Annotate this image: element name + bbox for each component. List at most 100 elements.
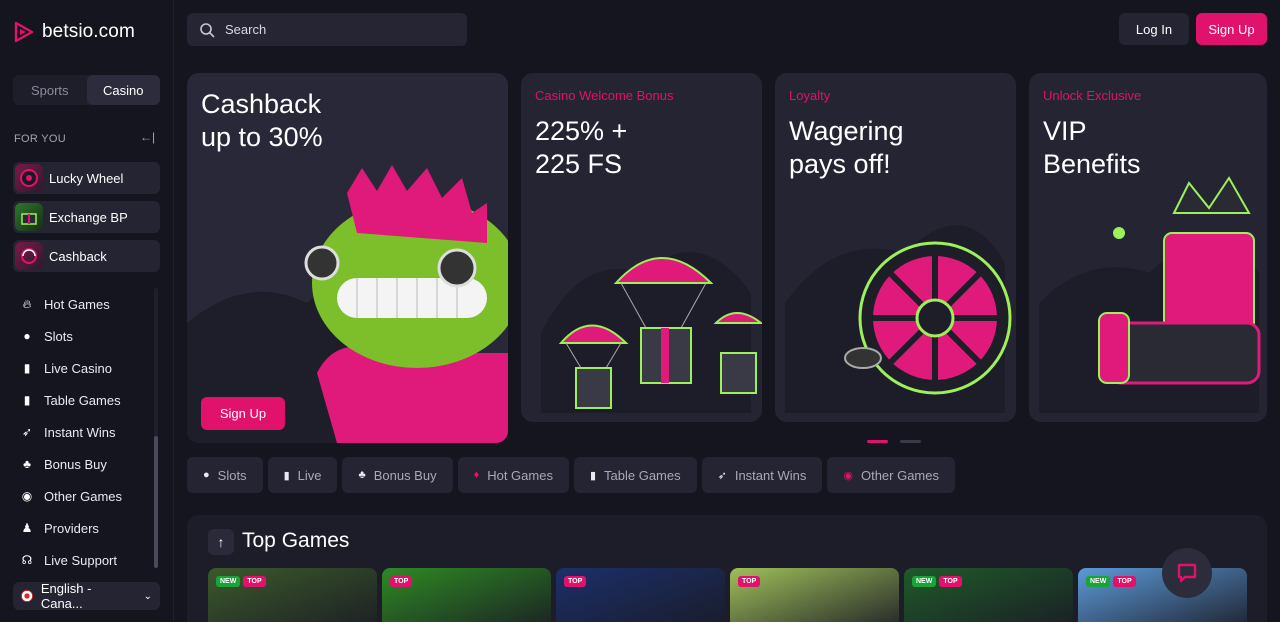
sidebar-scrollbar[interactable] bbox=[154, 288, 158, 568]
banner-signup-button[interactable]: Sign Up bbox=[201, 397, 285, 430]
card-icon: ▮ bbox=[23, 361, 31, 375]
category-hot-games[interactable]: ♦ Hot Games bbox=[457, 457, 569, 493]
wheel-icon bbox=[15, 164, 43, 192]
cherries-icon: ● bbox=[203, 469, 210, 481]
logo[interactable]: betsio.com bbox=[12, 20, 135, 44]
search-input[interactable]: Search bbox=[187, 13, 467, 46]
sidebar-item-hot-games[interactable]: 🔥︎ Hot Games bbox=[14, 288, 154, 320]
sidebar-promo-label: Exchange BP bbox=[49, 209, 128, 225]
chat-button[interactable] bbox=[1162, 548, 1212, 598]
sidebar-item-bonus-buy[interactable]: ♣ Bonus Buy bbox=[14, 448, 154, 480]
carousel-dot[interactable] bbox=[867, 440, 888, 443]
flame-icon: ♦ bbox=[473, 469, 480, 481]
game-tile[interactable]: TOP bbox=[730, 568, 899, 622]
category-other-games[interactable]: ◉ Other Games bbox=[827, 457, 955, 493]
gift-icon bbox=[15, 203, 43, 231]
banner-vip[interactable]: Unlock Exclusive VIP Benefits bbox=[1029, 73, 1267, 422]
category-slots[interactable]: ● Slots bbox=[187, 457, 263, 493]
top-badge: TOP bbox=[1113, 576, 1136, 587]
top-games-panel: ↑ Top Games NEW TOP TOP TOP TOP NEW TOP NEW TOP bbox=[187, 515, 1267, 622]
category-live[interactable]: ▮ Live bbox=[267, 457, 338, 493]
providers-icon: ♟ bbox=[21, 521, 33, 535]
sidebar-item-table-games[interactable]: ▮ Table Games bbox=[14, 384, 154, 416]
sidebar-item-live-casino[interactable]: ▮ Live Casino bbox=[14, 352, 154, 384]
flag-canada-icon bbox=[21, 590, 33, 602]
sidebar-item-label: Table Games bbox=[44, 392, 121, 408]
banner-cashback[interactable]: Cashback up to 30% Sign Up bbox=[187, 73, 508, 443]
sidebar-item-label: Other Games bbox=[44, 488, 123, 504]
game-badges: NEW TOP bbox=[1086, 576, 1136, 587]
sidebar-item-label: Bonus Buy bbox=[44, 456, 107, 472]
sidebar-item-providers[interactable]: ♟ Providers bbox=[14, 512, 154, 544]
banner-subtitle: Unlock Exclusive bbox=[1043, 88, 1142, 103]
game-tile[interactable]: NEW TOP bbox=[904, 568, 1073, 622]
top-games-list: NEW TOP TOP TOP TOP NEW TOP NEW TOP bbox=[208, 568, 1247, 622]
bag-icon: ♣ bbox=[358, 469, 366, 481]
for-you-heading: FOR YOU bbox=[14, 133, 67, 145]
game-badges: TOP bbox=[564, 576, 587, 587]
top-badge: TOP bbox=[939, 576, 962, 587]
flame-icon: 🔥︎ bbox=[22, 296, 32, 311]
signup-button[interactable]: Sign Up bbox=[1196, 13, 1267, 45]
category-label: Table Games bbox=[604, 467, 681, 483]
sidebar-promo-label: Lucky Wheel bbox=[49, 170, 124, 186]
game-badges: TOP bbox=[390, 576, 413, 587]
new-badge: NEW bbox=[1086, 576, 1111, 587]
category-label: Bonus Buy bbox=[373, 467, 437, 483]
sidebar-promo-cashback[interactable]: Cashback bbox=[13, 240, 160, 272]
cashback-icon bbox=[15, 242, 43, 270]
bag-icon: ♣ bbox=[23, 457, 31, 471]
sidebar-item-label: Slots bbox=[44, 328, 73, 344]
logo-text: betsio.com bbox=[42, 21, 135, 42]
sidebar-nav: 🔥︎ Hot Games ● Slots ▮ Live Casino ▮ Table G… bbox=[14, 288, 154, 576]
card-icon: ▮ bbox=[23, 393, 31, 407]
sidebar-promo-lucky-wheel[interactable]: Lucky Wheel bbox=[13, 162, 160, 194]
carousel-dot[interactable] bbox=[900, 440, 921, 443]
language-select[interactable]: English - Cana... ⌄ bbox=[13, 581, 160, 611]
search-icon bbox=[200, 22, 215, 38]
category-table-games[interactable]: ▮ Table Games bbox=[573, 457, 697, 493]
top-badge: TOP bbox=[564, 576, 587, 587]
chat-icon bbox=[1177, 563, 1197, 583]
new-badge: NEW bbox=[912, 576, 937, 587]
category-label: Instant Wins bbox=[734, 467, 807, 483]
language-label: English - Cana... bbox=[40, 581, 92, 611]
sidebar-item-live-support[interactable]: ☊ Live Support bbox=[14, 544, 154, 576]
scrollbar-thumb[interactable] bbox=[154, 436, 158, 568]
category-bonus-buy[interactable]: ♣ Bonus Buy bbox=[342, 457, 453, 493]
category-instant-wins[interactable]: ➶ Instant Wins bbox=[701, 457, 823, 493]
tab-casino[interactable]: Casino bbox=[86, 75, 160, 105]
chip-icon: ◉ bbox=[21, 489, 33, 503]
sidebar-item-other-games[interactable]: ◉ Other Games bbox=[14, 480, 154, 512]
game-badges: NEW TOP bbox=[912, 576, 962, 587]
game-badges: TOP bbox=[738, 576, 761, 587]
collapse-arrow-icon[interactable]: ←| bbox=[140, 130, 155, 144]
sidebar: betsio.com Sports Casino FOR YOU ←| Luck… bbox=[0, 0, 174, 622]
game-tile[interactable]: TOP bbox=[382, 568, 551, 622]
sidebar-promo-exchange-bp[interactable]: Exchange BP bbox=[13, 201, 160, 233]
banner-subtitle: Loyalty bbox=[789, 88, 831, 103]
sidebar-item-instant-wins[interactable]: ➶ Instant Wins bbox=[14, 416, 154, 448]
sidebar-item-label: Hot Games bbox=[44, 296, 110, 312]
login-button[interactable]: Log In bbox=[1119, 13, 1189, 45]
game-tile[interactable]: TOP bbox=[556, 568, 725, 622]
sidebar-item-label: Live Support bbox=[44, 552, 117, 568]
top-games-title: Top Games bbox=[242, 529, 350, 552]
category-bar: ● Slots ▮ Live ♣ Bonus Buy ♦ Hot Games ▮ Tabl… bbox=[187, 457, 955, 493]
category-label: Hot Games bbox=[487, 467, 553, 483]
banner-loyalty[interactable]: Loyalty Wagering pays off! bbox=[775, 73, 1016, 422]
category-label: Other Games bbox=[860, 467, 939, 483]
casino-app: betsio.com Sports Casino FOR YOU ←| Luck… bbox=[0, 0, 1280, 622]
sidebar-item-slots[interactable]: ● Slots bbox=[14, 320, 154, 352]
new-badge: NEW bbox=[216, 576, 241, 587]
banner-title: Cashback up to 30% bbox=[201, 89, 323, 152]
trending-up-icon: ↑ bbox=[208, 529, 234, 555]
category-label: Live bbox=[297, 467, 322, 483]
banner-title: Wagering pays off! bbox=[789, 116, 904, 179]
tab-sports[interactable]: Sports bbox=[13, 75, 87, 105]
game-tile[interactable]: NEW TOP bbox=[208, 568, 377, 622]
cherries-icon: ● bbox=[23, 329, 31, 343]
chevron-down-icon: ⌄ bbox=[143, 590, 152, 602]
category-label: Slots bbox=[217, 467, 247, 483]
banner-welcome-bonus[interactable]: Casino Welcome Bonus 225% + 225 FS bbox=[521, 73, 762, 422]
